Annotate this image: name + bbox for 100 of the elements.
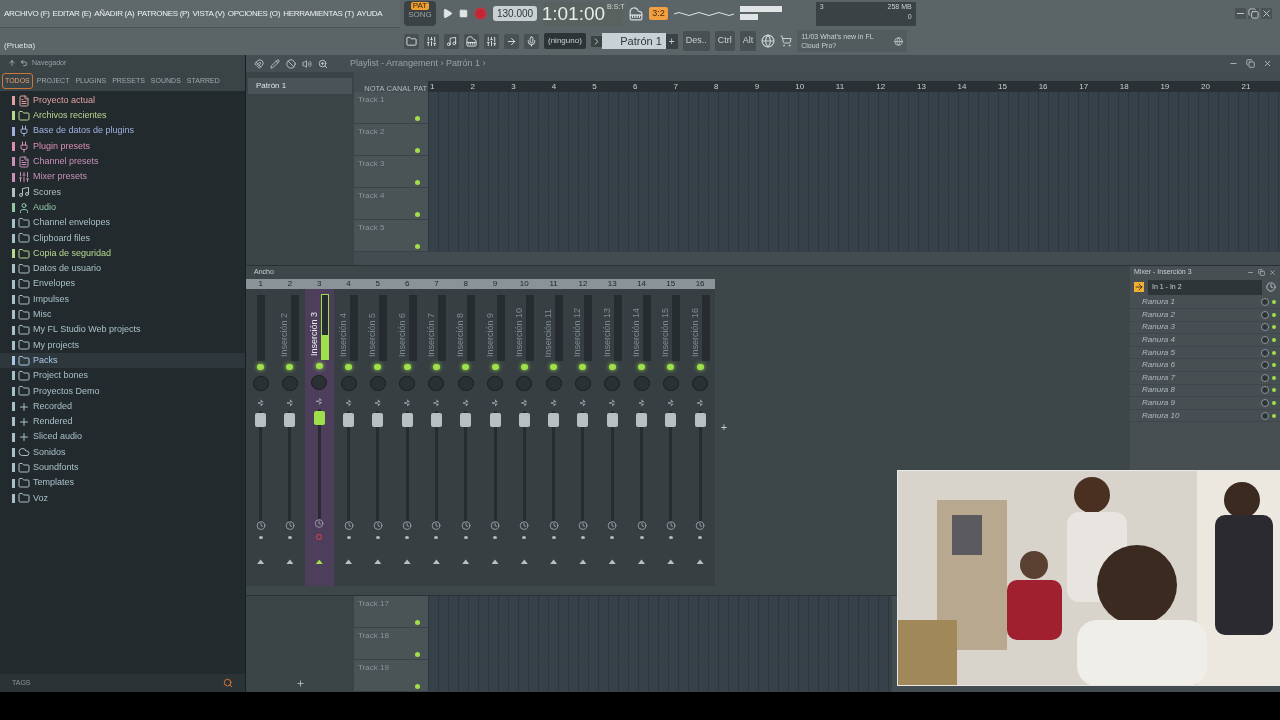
menu-item[interactable]: AYUDA [356, 7, 383, 20]
menu-item[interactable]: VISTA (V) [192, 7, 225, 20]
browser-item[interactable]: Soundfonts [33, 461, 79, 475]
slot-led[interactable] [1272, 363, 1276, 368]
menu-item[interactable]: ARCHIVO (F) [4, 7, 50, 20]
browser-item[interactable]: Channel presets [33, 155, 99, 169]
clock-icon[interactable] [284, 520, 295, 530]
track-led[interactable] [415, 148, 420, 153]
slot-led[interactable] [1272, 375, 1276, 380]
tempo-field[interactable]: 130.000 [493, 6, 538, 21]
power-led[interactable] [432, 363, 440, 371]
pattern-item[interactable]: Patrón 1 [248, 78, 352, 94]
add-insert-button[interactable]: + [720, 419, 728, 436]
toolbar-icon[interactable] [504, 33, 519, 49]
effect-slot[interactable]: Ranura 9 [1142, 397, 1261, 410]
clock-icon[interactable] [548, 520, 559, 530]
power-led[interactable] [345, 363, 353, 371]
browser-item[interactable]: Sliced audio [33, 430, 83, 444]
clock-icon[interactable] [402, 520, 413, 530]
toolbar-button[interactable]: Des.. [682, 31, 710, 51]
clock-icon[interactable] [460, 520, 471, 530]
toolbar-icon[interactable] [424, 33, 439, 49]
effect-slot[interactable]: Ranura 2 [1142, 308, 1261, 321]
midi-device-field[interactable]: (ninguno) [544, 33, 586, 49]
browser-item[interactable]: Copia de seguridad [33, 246, 112, 261]
pattern-song-toggle[interactable]: PAT SONG [404, 1, 436, 26]
play-icon[interactable] [442, 8, 453, 19]
menu-item[interactable]: HERRAMIENTAS (T) [283, 7, 354, 20]
browser-item[interactable]: Envelopes [33, 277, 76, 291]
slot-led[interactable] [1272, 338, 1276, 343]
effect-slot[interactable]: Ranura 8 [1142, 384, 1261, 397]
add-icon[interactable] [295, 679, 305, 688]
help-icon[interactable] [761, 34, 776, 48]
menu-item[interactable]: OPCIONES (O) [227, 7, 281, 20]
track-led[interactable] [415, 652, 420, 657]
effect-slot[interactable]: Ranura 3 [1142, 321, 1261, 334]
slot-led[interactable] [1272, 325, 1276, 330]
slot-led[interactable] [1272, 401, 1276, 406]
pattern-selector[interactable]: Patrón 1 [601, 32, 666, 50]
track-led[interactable] [415, 244, 420, 249]
up-icon[interactable] [8, 59, 16, 67]
minimize-icon[interactable] [1235, 8, 1246, 19]
pencil-icon[interactable] [270, 58, 280, 69]
toolbar-icon[interactable] [464, 33, 479, 49]
power-led[interactable] [374, 363, 382, 371]
browser-item[interactable]: Audio [33, 200, 57, 215]
browser-item[interactable]: Sonidos [33, 445, 66, 460]
clock-icon[interactable] [431, 520, 442, 530]
clock-icon[interactable] [255, 520, 266, 530]
clock-icon[interactable] [695, 520, 706, 530]
globe-icon[interactable] [894, 35, 904, 47]
browser-item[interactable]: Datos de usuario [33, 262, 102, 276]
slot-led[interactable] [1272, 388, 1276, 393]
search-icon[interactable] [223, 678, 233, 688]
browser-item[interactable]: Proyectos Demo [33, 384, 100, 399]
clock-icon[interactable] [577, 520, 588, 530]
browser-item[interactable]: Misc [33, 308, 52, 322]
toolbar-icon[interactable] [524, 33, 539, 49]
browser-item[interactable]: Channel envelopes [33, 216, 111, 230]
browser-item[interactable]: Impulses [33, 292, 69, 307]
clock-icon[interactable] [490, 520, 500, 530]
close-icon[interactable] [1263, 59, 1272, 68]
power-led[interactable] [462, 363, 470, 371]
browser-item[interactable]: Base de datos de plugins [33, 124, 135, 138]
power-led[interactable] [667, 363, 675, 371]
effect-slot[interactable]: Ranura 1 [1142, 296, 1261, 309]
browser-item[interactable]: Project bones [33, 369, 89, 383]
effect-slot[interactable]: Ranura 5 [1142, 346, 1261, 359]
effect-slot[interactable]: Ranura 7 [1142, 371, 1261, 384]
restore-icon[interactable] [1246, 59, 1255, 68]
power-led[interactable] [315, 362, 323, 370]
browser-item[interactable]: Clipboard files [33, 231, 91, 246]
browser-item[interactable]: Templates [33, 476, 75, 490]
menu-item[interactable]: EDITAR (E) [52, 7, 92, 20]
toolbar-button[interactable]: Alt [739, 31, 757, 51]
browser-item[interactable]: Rendered [33, 415, 73, 429]
slot-led[interactable] [1272, 413, 1276, 418]
toolbar-icon[interactable] [404, 33, 419, 49]
clock-icon[interactable] [519, 520, 530, 530]
magnet-icon[interactable] [254, 58, 264, 69]
power-led[interactable] [608, 363, 616, 371]
menu-item[interactable]: PATRONES (P) [137, 7, 190, 20]
clock-icon[interactable] [1266, 282, 1276, 293]
toolbar-icon[interactable] [444, 33, 459, 49]
clock-icon[interactable] [314, 518, 325, 528]
browser-item[interactable]: My projects [33, 338, 79, 353]
power-led[interactable] [520, 363, 528, 371]
browser-item[interactable]: Proyecto actual [33, 93, 96, 108]
track-led[interactable] [415, 212, 420, 217]
back-icon[interactable] [20, 59, 28, 67]
track-led[interactable] [415, 620, 420, 625]
power-led[interactable] [491, 363, 499, 371]
browser-item[interactable]: Recorded [33, 399, 73, 414]
mute-icon[interactable] [302, 58, 312, 69]
browser-item[interactable]: Archivos recientes [33, 109, 107, 123]
piano-icon[interactable] [629, 6, 644, 21]
zoom-icon[interactable] [318, 58, 328, 69]
browser-item[interactable]: Packs [33, 353, 58, 368]
slot-led[interactable] [1272, 300, 1276, 305]
menu-item[interactable]: AÑADIR (A) [94, 7, 135, 20]
